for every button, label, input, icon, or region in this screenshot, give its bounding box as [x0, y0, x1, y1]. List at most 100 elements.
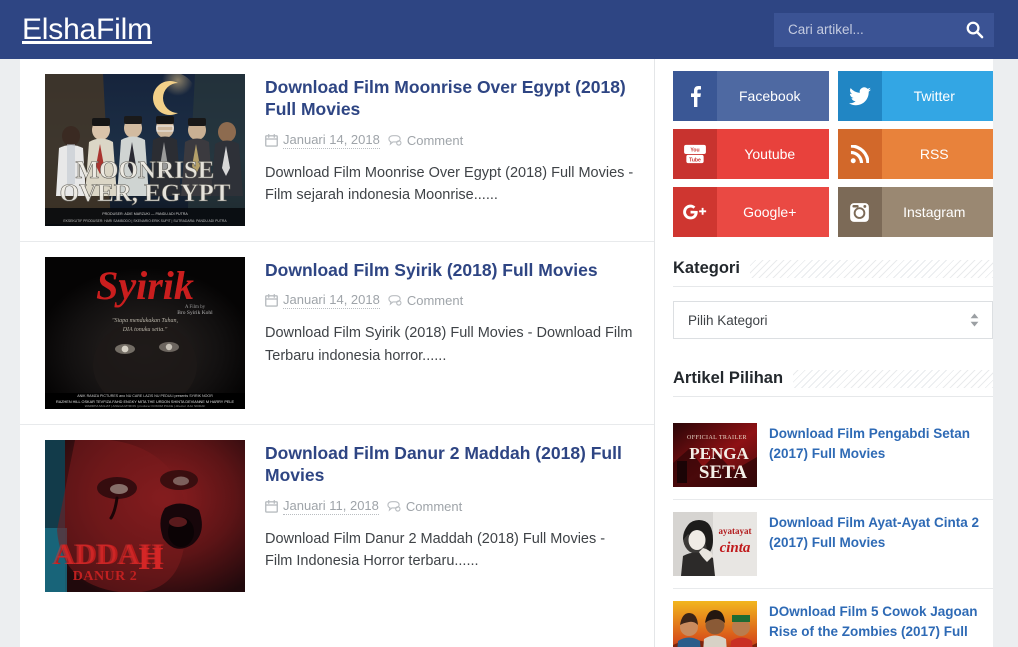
widget-divider — [673, 396, 993, 397]
article-title[interactable]: Download Film Moonrise Over Egypt (2018)… — [265, 76, 636, 121]
article-comments[interactable]: Comment — [387, 499, 462, 514]
calendar-icon — [265, 499, 278, 513]
social-link-google-plus[interactable]: Google+ — [673, 187, 829, 237]
svg-text:OVER, EGYPT: OVER, EGYPT — [60, 180, 231, 207]
svg-text:WARDHA MULIAT | ANGGA MYRON |: WARDHA MULIAT | ANGGA MYRON | producer K… — [85, 404, 206, 408]
article-body: Download Film Danur 2 Maddah (2018) Full… — [265, 440, 636, 592]
svg-text:SETA: SETA — [699, 462, 748, 483]
artikel-pilihan-title: Artikel Pilihan — [673, 369, 784, 387]
article-title[interactable]: Download Film Syirik (2018) Full Movies — [265, 259, 636, 281]
social-label: Youtube — [744, 146, 796, 162]
article-date: Januari 11, 2018 — [265, 498, 379, 515]
list-item: ayatayat cinta Download Film Ayat-Ayat C… — [673, 500, 993, 589]
pengabdi-setan-poster: OFFICIAL TRAILER PENGA SETA — [673, 423, 757, 487]
social-label: Google+ — [743, 204, 797, 220]
popular-thumbnail[interactable]: ayatayat cinta — [673, 512, 757, 576]
calendar-icon — [265, 294, 278, 308]
artikel-pilihan-header: Artikel Pilihan — [673, 369, 993, 388]
danur-2-maddah-poster: ADDAH ADDAH H DANUR 2 — [45, 440, 245, 592]
social-link-instagram[interactable]: Instagram — [837, 187, 993, 237]
article-excerpt: Download Film Syirik (2018) Full Movies … — [265, 325, 633, 364]
comment-icon — [388, 295, 402, 306]
article-item: Syirik Syirik A Film by Bro Syirik Kohl … — [20, 242, 654, 425]
social-link-rss[interactable]: RSS — [837, 129, 993, 179]
article-comments[interactable]: Comment — [388, 133, 463, 148]
youtube-icon: You Tube — [673, 129, 717, 179]
comment-icon — [388, 134, 402, 146]
svg-text:H: H — [139, 540, 164, 576]
search-button[interactable] — [965, 20, 984, 39]
article-meta: Januari 14, 2018 Comment — [265, 292, 636, 310]
social-link-facebook[interactable]: Facebook — [673, 71, 829, 121]
article-thumbnail[interactable]: MOONRISE OVER, EGYPT PRODUSER: ADIE MARZ… — [45, 74, 245, 226]
svg-text:DANUR 2: DANUR 2 — [73, 569, 138, 584]
popular-title[interactable]: Download Film Ayat-Ayat Cinta 2 (2017) F… — [769, 512, 993, 552]
popular-title[interactable]: Download Film Pengabdi Setan (2017) Full… — [769, 423, 993, 463]
search-input[interactable] — [788, 22, 965, 37]
svg-text:DIA tonuku setia.": DIA tonuku setia." — [122, 327, 168, 333]
5-cowok-jagoan-poster — [673, 601, 757, 647]
article-excerpt: Download Film Moonrise Over Egypt (2018)… — [265, 164, 634, 204]
widget-stripe-decoration — [793, 369, 993, 388]
chevron-updown-icon — [970, 313, 979, 327]
svg-text:"Siapa mendukakan Tuhan,: "Siapa mendukakan Tuhan, — [112, 318, 179, 324]
site-header: ElshaFilm — [0, 0, 1018, 59]
social-label: Instagram — [903, 204, 966, 220]
article-comment-label: Comment — [405, 498, 463, 514]
article-item: MOONRISE OVER, EGYPT PRODUSER: ADIE MARZ… — [20, 59, 654, 242]
svg-text:OFFICIAL TRAILER: OFFICIAL TRAILER — [687, 435, 747, 441]
twitter-icon — [837, 71, 882, 121]
svg-text:Bro Syirik Kohl: Bro Syirik Kohl — [177, 310, 213, 316]
article-comments[interactable]: Comment — [388, 293, 463, 308]
popular-title[interactable]: DOwnload Film 5 Cowok Jagoan Rise of the… — [769, 601, 993, 641]
article-body: Download Film Syirik (2018) Full Movies … — [265, 257, 636, 409]
svg-text:Syirik: Syirik — [96, 263, 194, 308]
article-date-label: Januari 14, 2018 — [283, 292, 380, 310]
ayat-ayat-cinta-2-poster: ayatayat cinta — [673, 512, 757, 576]
article-meta: Januari 11, 2018 Comment — [265, 498, 636, 515]
article-date-label: Januari 14, 2018 — [283, 131, 380, 149]
svg-text:cinta: cinta — [720, 540, 751, 556]
comment-icon — [387, 500, 401, 512]
artikel-pilihan-widget: Artikel Pilihan OFFICIAL TRAILER PENGA S… — [673, 369, 993, 647]
svg-text:EKSEKUTIF PRODUSER: HARI SAMBO: EKSEKUTIF PRODUSER: HARI SAMBODO | SKENA… — [63, 219, 227, 223]
article-title[interactable]: Download Film Danur 2 Maddah (2018) Full… — [265, 442, 636, 487]
sidebar: Facebook Twitter You Tube Youtube RSS Go… — [655, 59, 993, 647]
article-thumbnail[interactable]: ADDAH ADDAH H DANUR 2 — [45, 440, 245, 592]
facebook-icon — [673, 71, 717, 121]
kategori-widget-header: Kategori — [673, 259, 993, 278]
page-body: MOONRISE OVER, EGYPT PRODUSER: ADIE MARZ… — [0, 59, 1018, 647]
syirik-poster: Syirik Syirik A Film by Bro Syirik Kohl … — [45, 257, 245, 409]
kategori-select[interactable]: Pilih Kategori — [673, 301, 993, 339]
site-logo[interactable]: ElshaFilm — [22, 14, 152, 45]
svg-text:ayatayat: ayatayat — [719, 526, 752, 536]
article-date-label: Januari 11, 2018 — [283, 497, 379, 515]
google-plus-icon — [673, 187, 717, 237]
article-excerpt: Download Film Danur 2 Maddah (2018) Full… — [265, 530, 606, 570]
article-date: Januari 14, 2018 — [265, 292, 380, 310]
social-label: Twitter — [913, 88, 955, 104]
kategori-select-value: Pilih Kategori — [688, 312, 768, 328]
article-comment-label: Comment — [406, 132, 464, 148]
rss-icon — [837, 129, 882, 179]
article-thumbnail[interactable]: Syirik Syirik A Film by Bro Syirik Kohl … — [45, 257, 245, 409]
article-list: MOONRISE OVER, EGYPT PRODUSER: ADIE MARZ… — [20, 59, 655, 647]
widget-divider — [673, 286, 993, 287]
article-body: Download Film Moonrise Over Egypt (2018)… — [265, 74, 636, 226]
popular-thumbnail[interactable]: OFFICIAL TRAILER PENGA SETA — [673, 423, 757, 487]
calendar-icon — [265, 133, 278, 147]
search-box[interactable] — [774, 12, 994, 47]
svg-text:ANIK RAMZA PICTURES ano NU CAR: ANIK RAMZA PICTURES ano NU CARE LAZIS NU… — [77, 394, 213, 398]
moonrise-over-egypt-poster: MOONRISE OVER, EGYPT PRODUSER: ADIE MARZ… — [45, 74, 245, 226]
list-item: OFFICIAL TRAILER PENGA SETA Download Fil… — [673, 411, 993, 500]
instagram-icon — [837, 187, 882, 237]
social-link-twitter[interactable]: Twitter — [837, 71, 993, 121]
kategori-widget-title: Kategori — [673, 259, 740, 277]
svg-text:Tube: Tube — [689, 157, 701, 163]
svg-text:PRODUSER: ADIE MARZUKI — PANDU: PRODUSER: ADIE MARZUKI — PANDU ADI PUTRA — [102, 212, 188, 216]
social-link-youtube[interactable]: You Tube Youtube — [673, 129, 829, 179]
social-label: Facebook — [739, 88, 801, 104]
kategori-widget: Kategori Pilih Kategori — [673, 259, 993, 339]
list-item: DOwnload Film 5 Cowok Jagoan Rise of the… — [673, 589, 993, 647]
popular-thumbnail[interactable] — [673, 601, 757, 647]
